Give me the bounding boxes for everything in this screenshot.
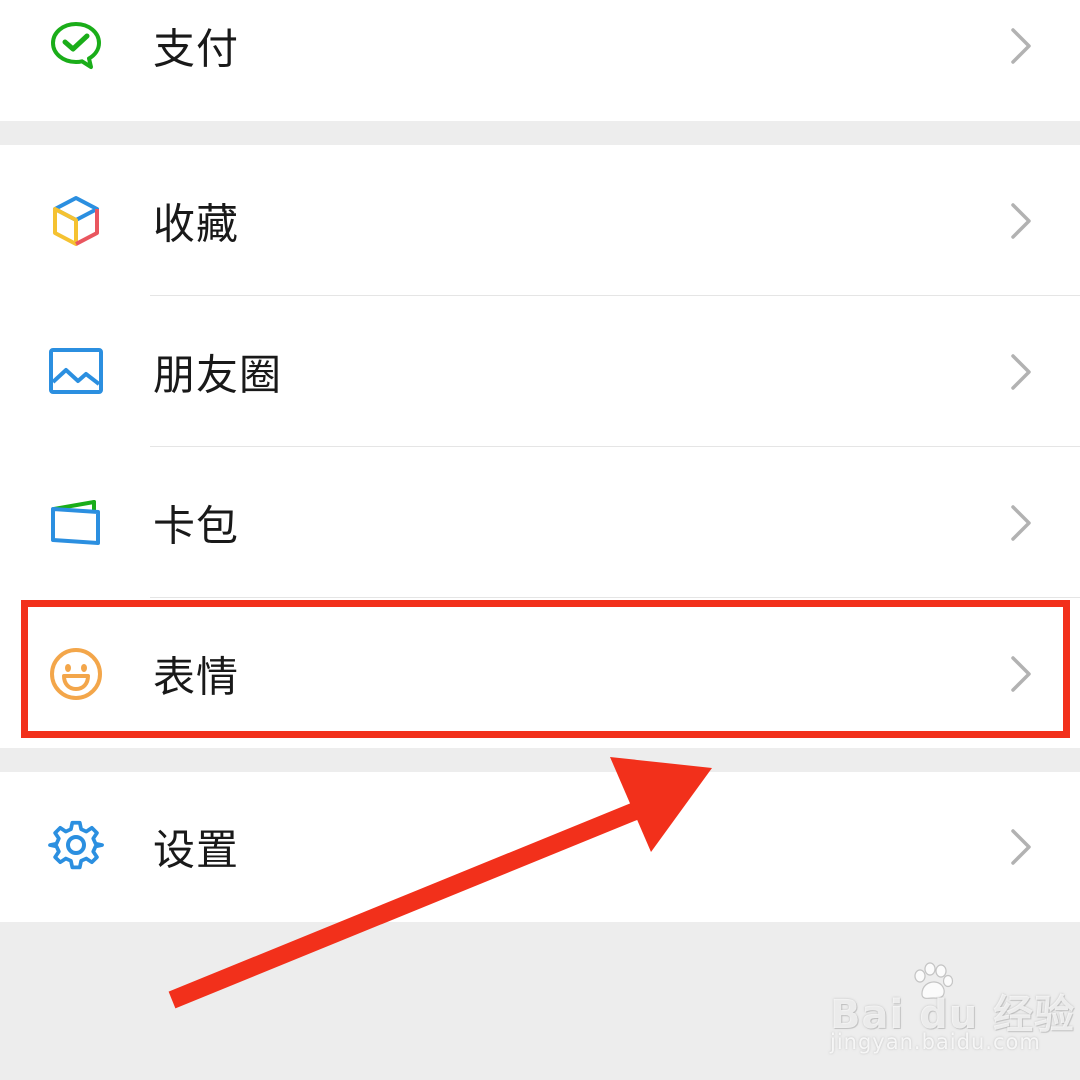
- chevron-right-icon: [1010, 353, 1032, 391]
- menu-item-moments[interactable]: 朋友圈: [0, 296, 1080, 447]
- menu-item-favorites-label: 收藏: [153, 199, 240, 248]
- baidu-jingyan-watermark: Bai du 经验 jingyan.baidu.com: [826, 962, 1074, 1058]
- menu-item-stickers-label: 表情: [153, 652, 240, 701]
- chevron-right-icon: [1010, 828, 1032, 866]
- menu-item-favorites[interactable]: 收藏: [0, 145, 1080, 296]
- menu-item-stickers[interactable]: 表情: [0, 598, 1080, 749]
- wallet-card-icon: [48, 495, 104, 551]
- menu-item-pay-label: 支付: [153, 24, 240, 73]
- menu-item-moments-label: 朋友圈: [153, 350, 283, 399]
- chevron-right-icon: [1010, 504, 1032, 542]
- chevron-right-icon: [1010, 655, 1032, 693]
- watermark-url: jingyan.baidu.com: [830, 1030, 1041, 1054]
- picture-icon: [48, 344, 104, 400]
- chevron-right-icon: [1010, 27, 1032, 65]
- menu-group-pay: 支付: [0, 0, 1080, 121]
- menu-item-cards-label: 卡包: [153, 501, 240, 550]
- menu-item-settings-label: 设置: [153, 825, 240, 875]
- menu-group-main: 收藏 朋友圈 卡包 表情: [0, 145, 1080, 748]
- menu-group-settings: 设置: [0, 772, 1080, 922]
- cube-icon: [48, 193, 104, 249]
- gear-icon: [48, 819, 104, 875]
- menu-item-pay[interactable]: 支付: [0, 0, 1080, 121]
- menu-item-settings[interactable]: 设置: [0, 772, 1080, 922]
- chevron-right-icon: [1010, 202, 1032, 240]
- wechat-pay-check-icon: [48, 18, 104, 74]
- menu-item-cards[interactable]: 卡包: [0, 447, 1080, 598]
- smiley-face-icon: [48, 646, 104, 702]
